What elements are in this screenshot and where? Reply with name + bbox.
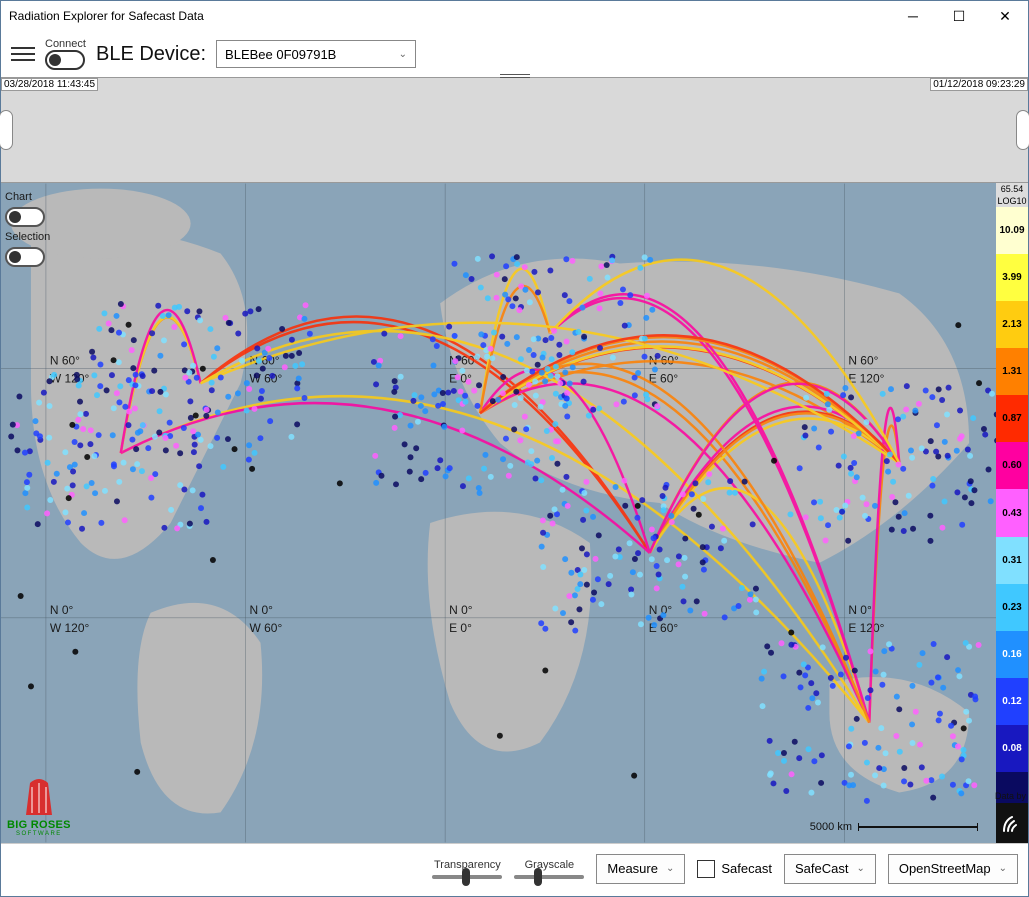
chart-toggle-label: Chart — [5, 191, 50, 203]
chevron-down-icon: ⌄ — [666, 863, 674, 874]
title-bar: Radiation Explorer for Safecast Data ─ ☐… — [1, 1, 1028, 31]
map-side-toggles: Chart Selection — [5, 191, 50, 267]
safecast-check-label: Safecast — [721, 861, 772, 876]
world-map-svg: N 60°W 120°N 60°W 60°N 60°E 0°N 60°E 60°… — [1, 183, 1028, 843]
measure-select[interactable]: Measure ⌄ — [596, 854, 685, 884]
timeline-resize-grip[interactable] — [500, 74, 530, 80]
brand-logo: BIG ROSES SOFTWARE — [7, 773, 71, 837]
layer1-select[interactable]: SafeCast ⌄ — [784, 854, 876, 884]
selection-toggle[interactable] — [5, 247, 45, 267]
maximize-button[interactable]: ☐ — [936, 1, 982, 31]
chevron-down-icon: ⌄ — [999, 863, 1007, 874]
window-buttons: ─ ☐ ✕ — [890, 1, 1028, 31]
attribution-label: Data by — [995, 791, 1026, 801]
timeline-strip[interactable]: 03/28/2018 11:43:45 01/12/2018 09:23:29 — [1, 77, 1028, 183]
connect-label: Connect — [45, 38, 86, 50]
svg-text:N 60°: N 60° — [50, 353, 80, 367]
layer1-label: SafeCast — [795, 861, 848, 876]
timeline-end: 01/12/2018 09:23:29 — [930, 78, 1028, 91]
transparency-slider-wrap: Transparency — [432, 859, 502, 879]
svg-text:E 120°: E 120° — [848, 621, 884, 635]
rose-icon — [16, 773, 62, 819]
minimize-button[interactable]: ─ — [890, 1, 936, 31]
svg-text:E 120°: E 120° — [848, 371, 884, 385]
svg-text:W 120°: W 120° — [50, 621, 90, 635]
scale-label: 5000 km — [810, 821, 852, 833]
close-button[interactable]: ✕ — [982, 1, 1028, 31]
timeline-handle-left[interactable] — [0, 110, 13, 150]
grayscale-label: Grayscale — [525, 859, 575, 871]
svg-text:E 0°: E 0° — [449, 621, 472, 635]
window-title: Radiation Explorer for Safecast Data — [9, 9, 204, 23]
connect-toggle[interactable] — [45, 50, 85, 70]
chart-toggle[interactable] — [5, 207, 45, 227]
chevron-down-icon: ⌄ — [856, 863, 864, 874]
map-area[interactable]: Chart Selection N 60°W 120°N 60°W 60°N 6… — [1, 183, 1028, 843]
transparency-slider[interactable] — [432, 875, 502, 879]
svg-text:N 0°: N 0° — [848, 603, 872, 617]
main-toolbar: Connect BLE Device: BLEBee 0F09791B ⌄ — [1, 31, 1028, 77]
svg-text:N 0°: N 0° — [250, 603, 274, 617]
safecast-checkbox-wrap[interactable]: Safecast — [697, 860, 772, 878]
bottom-toolbar: Transparency Grayscale Measure ⌄ Safecas… — [1, 843, 1028, 893]
svg-text:W 60°: W 60° — [250, 621, 283, 635]
ble-device-select[interactable]: BLEBee 0F09791B ⌄ — [216, 40, 416, 68]
measure-label: Measure — [607, 861, 658, 876]
chevron-down-icon: ⌄ — [399, 49, 407, 60]
svg-text:W 60°: W 60° — [250, 371, 283, 385]
svg-text:N 60°: N 60° — [848, 353, 878, 367]
svg-text:N 0°: N 0° — [50, 603, 74, 617]
safecast-checkbox[interactable] — [697, 860, 715, 878]
grayscale-slider[interactable] — [514, 875, 584, 879]
grayscale-slider-wrap: Grayscale — [514, 859, 584, 879]
layer2-label: OpenStreetMap — [899, 861, 991, 876]
ble-device-label: BLE Device: — [96, 43, 206, 66]
brand-name: BIG ROSES — [7, 819, 71, 831]
brand-sub: SOFTWARE — [16, 831, 62, 837]
svg-text:N 0°: N 0° — [449, 603, 473, 617]
timeline-handle-right[interactable] — [1016, 110, 1029, 150]
menu-icon[interactable] — [11, 42, 35, 66]
ble-device-value: BLEBee 0F09791B — [225, 47, 336, 62]
selection-toggle-label: Selection — [5, 231, 50, 243]
timeline-start: 03/28/2018 11:43:45 — [1, 78, 98, 91]
safecast-attribution-icon — [996, 803, 1028, 843]
color-legend: 65.54LOG1010.093.992.131.310.870.600.430… — [996, 183, 1028, 843]
layer2-select[interactable]: OpenStreetMap ⌄ — [888, 854, 1018, 884]
scale-bar: 5000 km — [810, 821, 978, 833]
connect-toggle-wrap: Connect — [45, 38, 86, 70]
